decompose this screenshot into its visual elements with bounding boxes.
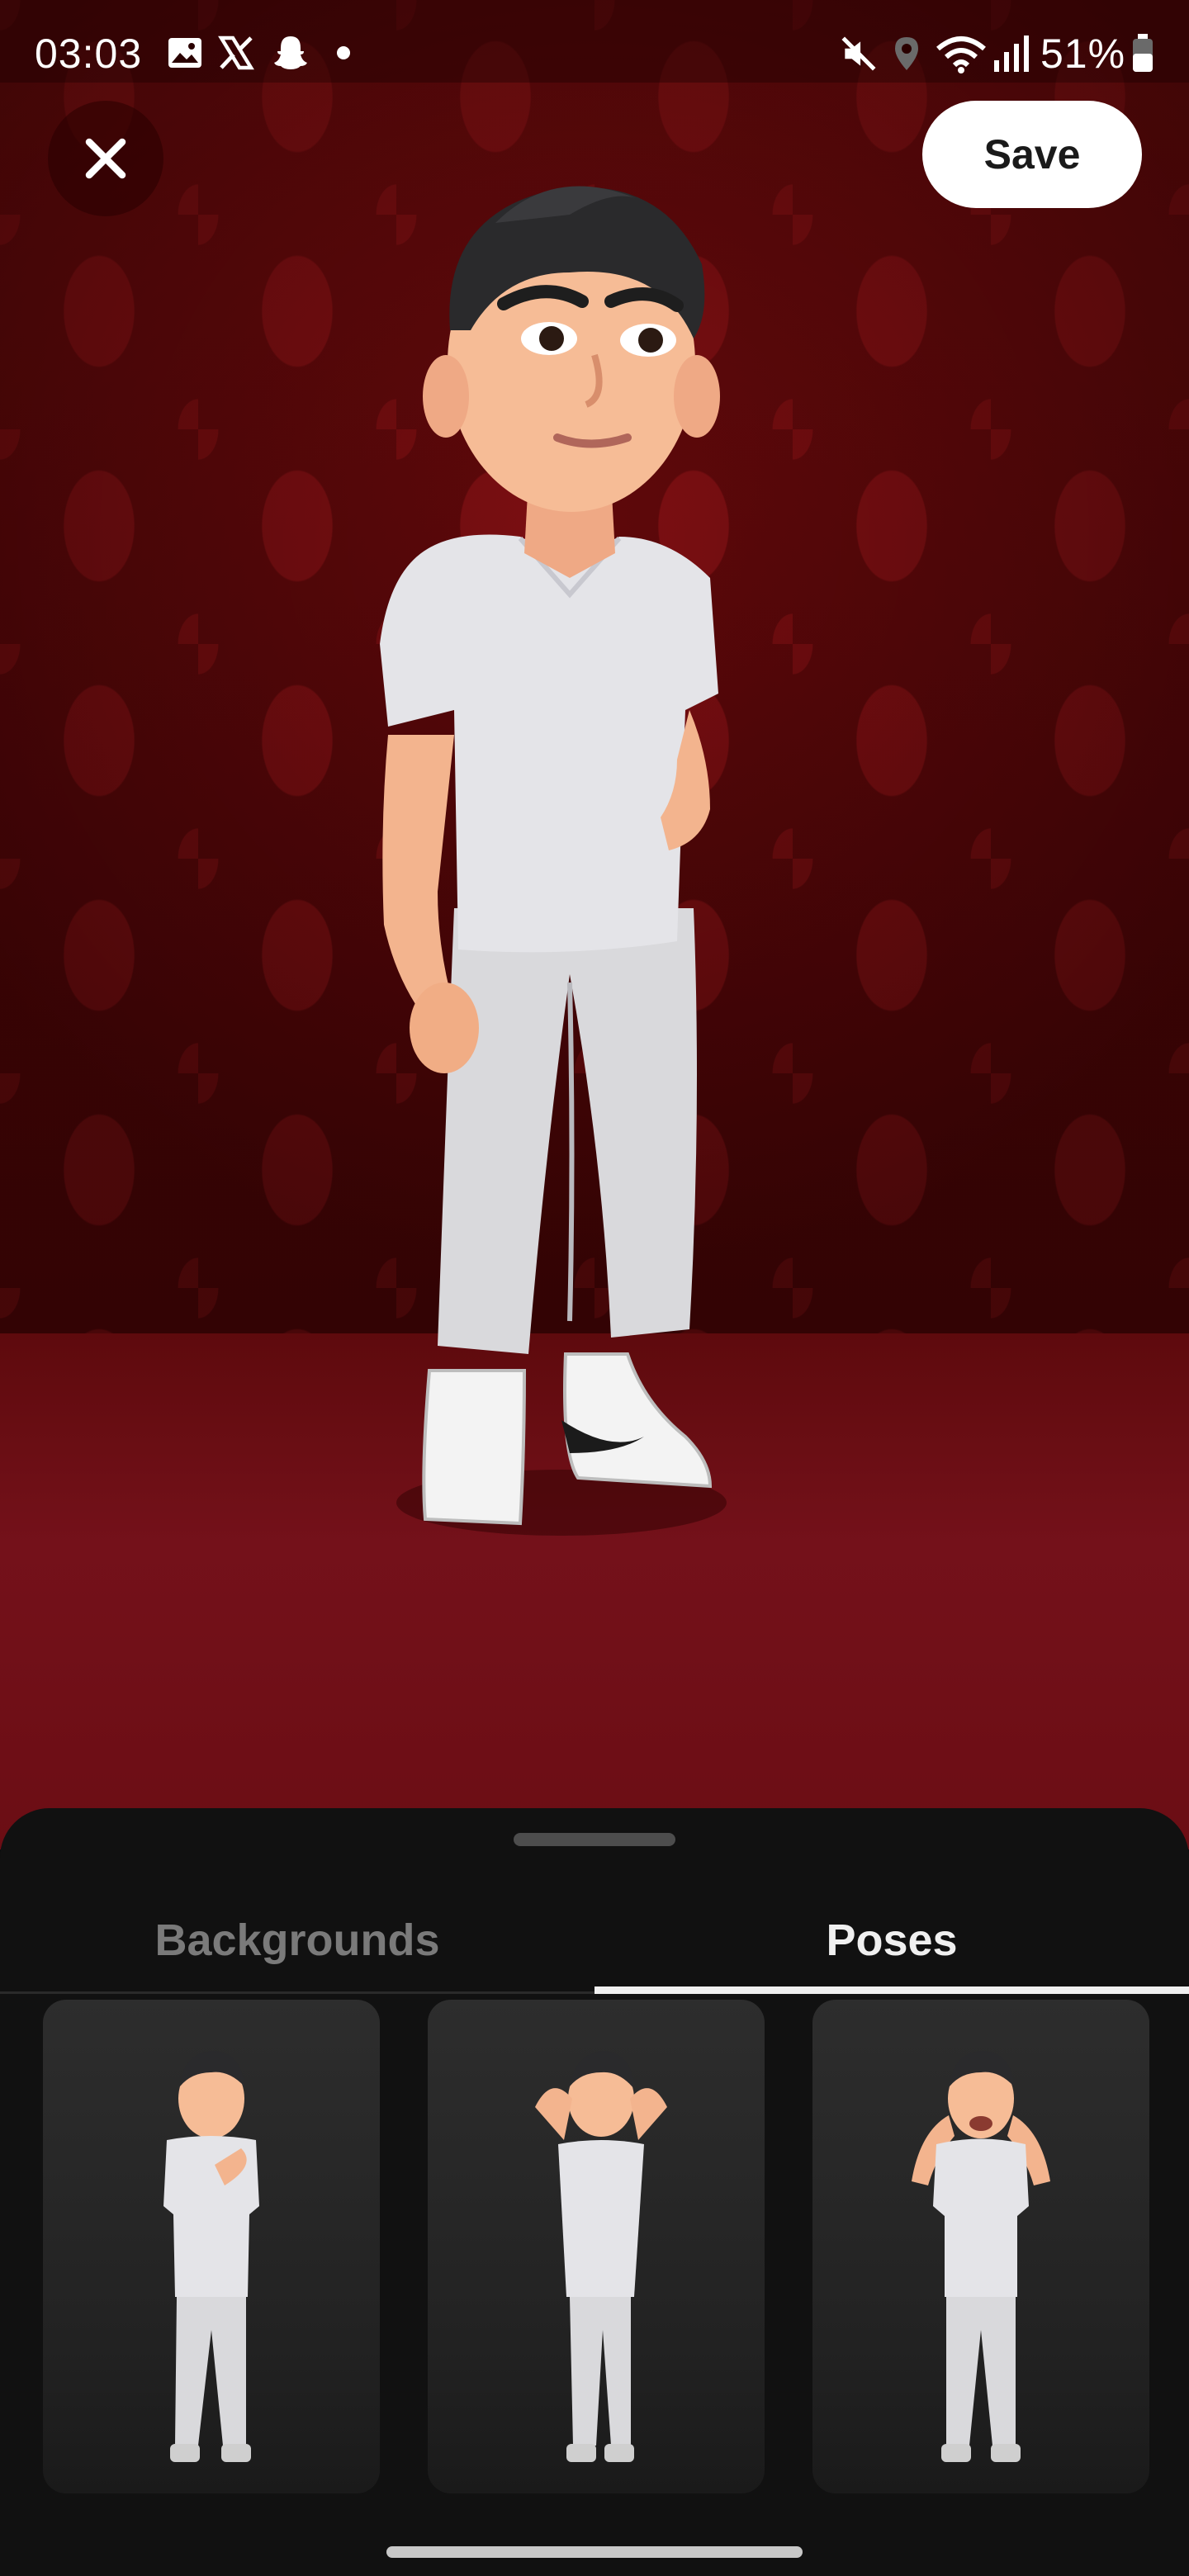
pose-card-hand-on-chin[interactable] — [43, 2000, 380, 2493]
x-icon — [218, 36, 254, 70]
dot-icon — [337, 46, 350, 59]
tab-poses[interactable]: Poses — [594, 1891, 1189, 1990]
pose-thumbnail — [535, 2051, 667, 2462]
home-indicator[interactable] — [386, 2546, 803, 2558]
close-icon — [85, 138, 126, 179]
location-icon — [895, 37, 918, 70]
signal-icon — [994, 36, 1029, 72]
pose-card-hands-behind-head[interactable] — [428, 2000, 765, 2493]
avatar-figure — [380, 186, 727, 1536]
wifi-icon — [936, 36, 986, 73]
battery-icon — [1133, 34, 1153, 72]
mute-icon — [841, 36, 876, 71]
save-button[interactable]: Save — [922, 101, 1142, 208]
battery-percent: 51% — [1040, 31, 1126, 77]
tab-backgrounds[interactable]: Backgrounds — [0, 1891, 594, 1990]
pose-thumbnail — [163, 2051, 259, 2462]
pose-thumbnail — [912, 2051, 1050, 2462]
sheet-drag-handle[interactable] — [514, 1833, 675, 1846]
active-tab-indicator — [594, 1986, 1189, 1994]
pose-card-hands-on-cheeks[interactable] — [812, 2000, 1149, 2493]
gallery-icon — [168, 38, 201, 68]
avatar-scene — [0, 0, 1189, 1849]
status-time: 03:03 — [35, 31, 143, 77]
status-bar: 03:03 51% — [0, 0, 1189, 83]
snapchat-icon — [274, 36, 307, 69]
close-button[interactable] — [48, 101, 163, 216]
